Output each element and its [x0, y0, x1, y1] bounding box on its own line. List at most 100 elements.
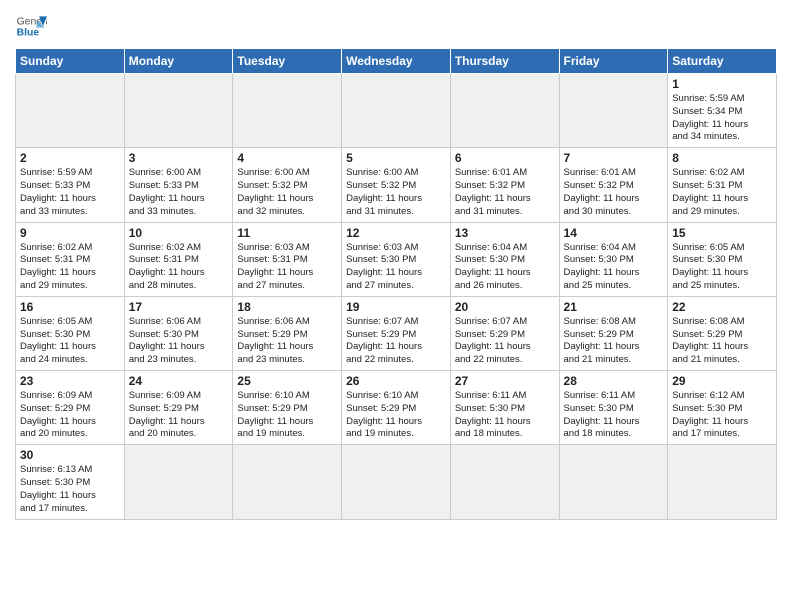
day-number: 5 — [346, 151, 446, 165]
day-info: Sunrise: 6:08 AM Sunset: 5:29 PM Dayligh… — [564, 316, 664, 367]
day-number: 28 — [564, 374, 664, 388]
week-row-3: 9 Sunrise: 6:02 AM Sunset: 5:31 PM Daylig… — [16, 222, 777, 296]
calendar-cell — [668, 445, 777, 519]
calendar-cell: 20 Sunrise: 6:07 AM Sunset: 5:29 PM Dayli… — [450, 296, 559, 370]
calendar-cell — [16, 74, 125, 148]
calendar-cell: 14 Sunrise: 6:04 AM Sunset: 5:30 PM Dayli… — [559, 222, 668, 296]
week-row-5: 23 Sunrise: 6:09 AM Sunset: 5:29 PM Dayli… — [16, 371, 777, 445]
calendar-cell: 12Sunrise: 6:03 AM Sunset: 5:30 PM Dayli… — [342, 222, 451, 296]
weekday-header-monday: Monday — [124, 49, 233, 74]
calendar-cell — [233, 74, 342, 148]
weekday-header-wednesday: Wednesday — [342, 49, 451, 74]
day-info: Sunrise: 6:03 AM Sunset: 5:30 PM Dayligh… — [346, 242, 446, 293]
day-number: 20 — [455, 300, 555, 314]
day-number: 27 — [455, 374, 555, 388]
day-number: 9 — [20, 226, 120, 240]
calendar-cell: 3 Sunrise: 6:00 AM Sunset: 5:33 PM Daylig… — [124, 148, 233, 222]
calendar-cell: 16Sunrise: 6:05 AM Sunset: 5:30 PM Dayli… — [16, 296, 125, 370]
day-number: 15 — [672, 226, 772, 240]
day-number: 18 — [237, 300, 337, 314]
day-info: Sunrise: 6:01 AM Sunset: 5:32 PM Dayligh… — [564, 167, 664, 218]
day-number: 21 — [564, 300, 664, 314]
calendar-cell: 28 Sunrise: 6:11 AM Sunset: 5:30 PM Dayli… — [559, 371, 668, 445]
calendar-cell — [124, 445, 233, 519]
calendar-cell: 2Sunrise: 5:59 AM Sunset: 5:33 PM Daylig… — [16, 148, 125, 222]
calendar-cell — [450, 445, 559, 519]
day-info: Sunrise: 6:04 AM Sunset: 5:30 PM Dayligh… — [455, 242, 555, 293]
day-info: Sunrise: 5:59 AM Sunset: 5:33 PM Dayligh… — [20, 167, 120, 218]
calendar-cell: 25 Sunrise: 6:10 AM Sunset: 5:29 PM Dayli… — [233, 371, 342, 445]
day-number: 16 — [20, 300, 120, 314]
calendar-cell — [233, 445, 342, 519]
day-info: Sunrise: 6:10 AM Sunset: 5:29 PM Dayligh… — [346, 390, 446, 441]
calendar-cell: 24Sunrise: 6:09 AM Sunset: 5:29 PM Dayli… — [124, 371, 233, 445]
calendar-cell: 7 Sunrise: 6:01 AM Sunset: 5:32 PM Daylig… — [559, 148, 668, 222]
day-info: Sunrise: 6:11 AM Sunset: 5:30 PM Dayligh… — [564, 390, 664, 441]
day-info: Sunrise: 6:07 AM Sunset: 5:29 PM Dayligh… — [455, 316, 555, 367]
weekday-header-friday: Friday — [559, 49, 668, 74]
day-number: 10 — [129, 226, 229, 240]
calendar-cell: 8Sunrise: 6:02 AM Sunset: 5:31 PM Daylig… — [668, 148, 777, 222]
calendar-cell — [342, 445, 451, 519]
calendar-cell: 10Sunrise: 6:02 AM Sunset: 5:31 PM Dayli… — [124, 222, 233, 296]
week-row-2: 2Sunrise: 5:59 AM Sunset: 5:33 PM Daylig… — [16, 148, 777, 222]
day-info: Sunrise: 6:06 AM Sunset: 5:29 PM Dayligh… — [237, 316, 337, 367]
logo-icon: General Blue — [15, 10, 47, 42]
weekday-header-thursday: Thursday — [450, 49, 559, 74]
day-number: 14 — [564, 226, 664, 240]
week-row-4: 16Sunrise: 6:05 AM Sunset: 5:30 PM Dayli… — [16, 296, 777, 370]
calendar-cell: 23 Sunrise: 6:09 AM Sunset: 5:29 PM Dayli… — [16, 371, 125, 445]
day-info: Sunrise: 6:00 AM Sunset: 5:32 PM Dayligh… — [237, 167, 337, 218]
weekday-header-saturday: Saturday — [668, 49, 777, 74]
header: General Blue — [15, 10, 777, 42]
day-info: Sunrise: 6:00 AM Sunset: 5:32 PM Dayligh… — [346, 167, 446, 218]
day-number: 29 — [672, 374, 772, 388]
day-info: Sunrise: 6:03 AM Sunset: 5:31 PM Dayligh… — [237, 242, 337, 293]
day-number: 19 — [346, 300, 446, 314]
calendar-cell: 5 Sunrise: 6:00 AM Sunset: 5:32 PM Daylig… — [342, 148, 451, 222]
calendar-cell: 19 Sunrise: 6:07 AM Sunset: 5:29 PM Dayli… — [342, 296, 451, 370]
day-info: Sunrise: 6:09 AM Sunset: 5:29 PM Dayligh… — [20, 390, 120, 441]
day-number: 7 — [564, 151, 664, 165]
calendar-cell — [559, 74, 668, 148]
calendar-cell: 17Sunrise: 6:06 AM Sunset: 5:30 PM Dayli… — [124, 296, 233, 370]
weekday-header-tuesday: Tuesday — [233, 49, 342, 74]
day-number: 25 — [237, 374, 337, 388]
day-info: Sunrise: 6:02 AM Sunset: 5:31 PM Dayligh… — [20, 242, 120, 293]
day-info: Sunrise: 6:12 AM Sunset: 5:30 PM Dayligh… — [672, 390, 772, 441]
day-info: Sunrise: 6:00 AM Sunset: 5:33 PM Dayligh… — [129, 167, 229, 218]
day-info: Sunrise: 6:07 AM Sunset: 5:29 PM Dayligh… — [346, 316, 446, 367]
day-number: 6 — [455, 151, 555, 165]
calendar-cell: 11 Sunrise: 6:03 AM Sunset: 5:31 PM Dayli… — [233, 222, 342, 296]
day-info: Sunrise: 6:13 AM Sunset: 5:30 PM Dayligh… — [20, 464, 120, 515]
calendar-cell: 27Sunrise: 6:11 AM Sunset: 5:30 PM Dayli… — [450, 371, 559, 445]
calendar-cell: 9 Sunrise: 6:02 AM Sunset: 5:31 PM Daylig… — [16, 222, 125, 296]
calendar-cell: 29 Sunrise: 6:12 AM Sunset: 5:30 PM Dayli… — [668, 371, 777, 445]
day-number: 30 — [20, 448, 120, 462]
calendar-cell — [450, 74, 559, 148]
day-number: 11 — [237, 226, 337, 240]
calendar-cell: 6Sunrise: 6:01 AM Sunset: 5:32 PM Daylig… — [450, 148, 559, 222]
calendar-cell — [124, 74, 233, 148]
day-number: 1 — [672, 77, 772, 91]
day-number: 22 — [672, 300, 772, 314]
day-number: 13 — [455, 226, 555, 240]
day-number: 8 — [672, 151, 772, 165]
calendar-cell: 1 Sunrise: 5:59 AM Sunset: 5:34 PM Daylig… — [668, 74, 777, 148]
calendar-cell: 21 Sunrise: 6:08 AM Sunset: 5:29 PM Dayli… — [559, 296, 668, 370]
calendar-cell — [559, 445, 668, 519]
day-number: 26 — [346, 374, 446, 388]
calendar-cell: 4Sunrise: 6:00 AM Sunset: 5:32 PM Daylig… — [233, 148, 342, 222]
calendar-cell: 26 Sunrise: 6:10 AM Sunset: 5:29 PM Dayli… — [342, 371, 451, 445]
calendar-cell: 30 Sunrise: 6:13 AM Sunset: 5:30 PM Dayli… — [16, 445, 125, 519]
week-row-6: 30 Sunrise: 6:13 AM Sunset: 5:30 PM Dayli… — [16, 445, 777, 519]
day-number: 24 — [129, 374, 229, 388]
day-number: 3 — [129, 151, 229, 165]
day-info: Sunrise: 5:59 AM Sunset: 5:34 PM Dayligh… — [672, 93, 772, 144]
day-number: 23 — [20, 374, 120, 388]
day-info: Sunrise: 6:10 AM Sunset: 5:29 PM Dayligh… — [237, 390, 337, 441]
page: General Blue SundayMondayTuesdayWednesda… — [0, 0, 792, 612]
day-info: Sunrise: 6:04 AM Sunset: 5:30 PM Dayligh… — [564, 242, 664, 293]
calendar-cell: 15 Sunrise: 6:05 AM Sunset: 5:30 PM Dayli… — [668, 222, 777, 296]
day-info: Sunrise: 6:05 AM Sunset: 5:30 PM Dayligh… — [672, 242, 772, 293]
